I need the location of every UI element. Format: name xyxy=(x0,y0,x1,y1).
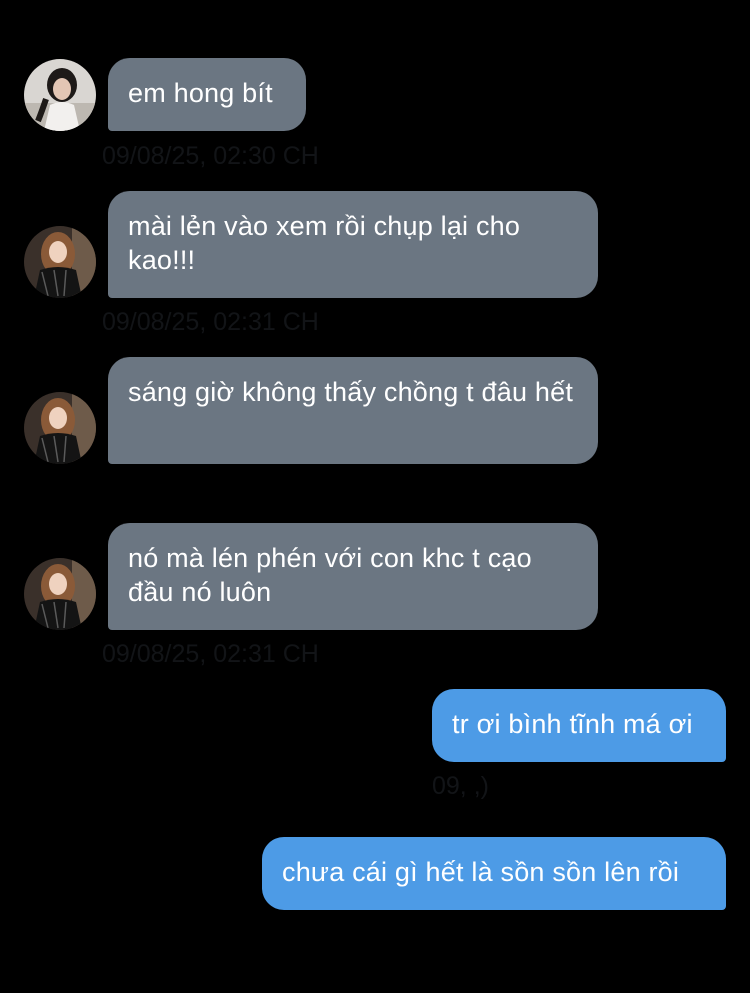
message-text: sáng giờ không thấy chồng t đâu hết xyxy=(128,377,574,407)
message-text: mài lẻn vào xem rồi chụp lại cho kao!!! xyxy=(128,211,521,275)
message-timestamp: 09, ,) xyxy=(432,772,489,800)
sender-avatar[interactable] xyxy=(24,226,96,298)
message-bubble-incoming[interactable]: nó mà lén phén với con khc t cạo đầu nó … xyxy=(108,523,598,630)
message-timestamp: 09/08/25, 02:31 CH xyxy=(102,308,319,336)
message-text: tr ơi bình tĩnh má ơi xyxy=(452,709,693,739)
profile-photo-icon xyxy=(24,558,96,630)
message-timestamp: 09/08/25, 02:31 CH xyxy=(102,640,319,668)
sender-avatar[interactable] xyxy=(24,392,96,464)
profile-photo-icon xyxy=(24,392,96,464)
message-bubble-incoming[interactable]: mài lẻn vào xem rồi chụp lại cho kao!!! xyxy=(108,191,598,298)
profile-photo-icon xyxy=(24,59,96,131)
sender-avatar[interactable] xyxy=(24,558,96,630)
message-text: nó mà lén phén với con khc t cạo đầu nó … xyxy=(128,543,532,607)
message-timestamp: 09/08/25, 02:30 CH xyxy=(102,142,319,170)
message-bubble-outgoing[interactable]: tr ơi bình tĩnh má ơi xyxy=(432,689,726,762)
profile-photo-icon xyxy=(24,226,96,298)
message-bubble-outgoing[interactable]: chưa cái gì hết là sồn sồn lên rồi xyxy=(262,837,726,910)
message-bubble-incoming[interactable]: em hong bít xyxy=(108,58,306,131)
message-bubble-incoming[interactable]: sáng giờ không thấy chồng t đâu hết xyxy=(108,357,598,464)
message-text: em hong bít xyxy=(128,78,273,108)
message-text: chưa cái gì hết là sồn sồn lên rồi xyxy=(282,857,680,887)
sender-avatar[interactable] xyxy=(24,59,96,131)
